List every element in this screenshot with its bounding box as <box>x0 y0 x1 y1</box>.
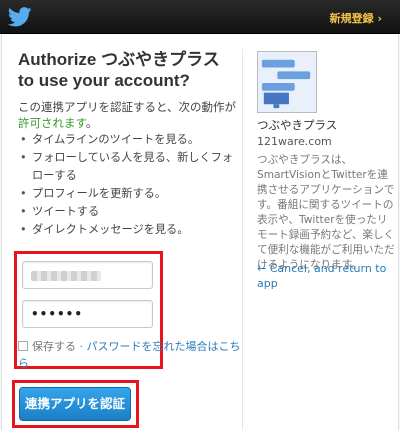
list-item: ツイートする <box>18 203 242 221</box>
password-input[interactable]: •••••• <box>22 300 153 328</box>
page-title: Authorize つぶやきプラス to use your account? <box>18 50 220 90</box>
app-url[interactable]: 121ware.com <box>257 135 332 148</box>
cancel-link[interactable]: ← Cancel, and return to app <box>257 261 397 291</box>
list-item: プロフィールを更新する。 <box>18 185 242 203</box>
list-item: タイムラインのツイートを見る。 <box>18 131 242 149</box>
authorize-app-button[interactable]: 連携アプリを認証 <box>19 387 131 421</box>
allowed-highlight: 許可されます <box>18 116 86 130</box>
twitter-bird-icon[interactable] <box>8 6 32 28</box>
intro-suffix: 。 <box>85 116 98 130</box>
list-item: フォローしている人を見る、新しくフォローする <box>18 149 242 185</box>
remember-row: 保存する · パスワードを忘れた場合はこちら <box>18 338 242 372</box>
username-input[interactable] <box>22 261 153 289</box>
authorize-card: Authorize つぶやきプラス to use your account? こ… <box>1 35 399 430</box>
signup-link[interactable]: 新規登録 › <box>330 10 382 26</box>
column-divider <box>242 49 243 430</box>
app-description: つぶやきプラスは、SmartVisionとTwitterを連携させるアプリケーシ… <box>257 154 395 271</box>
app-logo-icon <box>257 51 317 113</box>
top-bar: 新規登録 › <box>0 0 400 34</box>
intro-text: この連携アプリを認証すると、次の動作が <box>18 100 237 114</box>
list-item: ダイレクトメッセージを見る。 <box>18 221 242 239</box>
separator: · <box>76 340 87 353</box>
permissions-list: タイムラインのツイートを見る。 フォローしている人を見る、新しくフォローする プ… <box>18 131 242 239</box>
permission-intro: この連携アプリを認証すると、次の動作が許可されます。 <box>18 99 242 131</box>
remember-label[interactable]: 保存する <box>32 340 76 353</box>
app-name: つぶやきプラス <box>257 118 338 132</box>
auth-form-column: Authorize つぶやきプラス to use your account? こ… <box>2 35 242 430</box>
remember-checkbox[interactable] <box>18 341 28 351</box>
blurred-username <box>31 271 101 281</box>
app-info-column: つぶやきプラス 121ware.com つぶやきプラスは、SmartVision… <box>248 35 398 430</box>
